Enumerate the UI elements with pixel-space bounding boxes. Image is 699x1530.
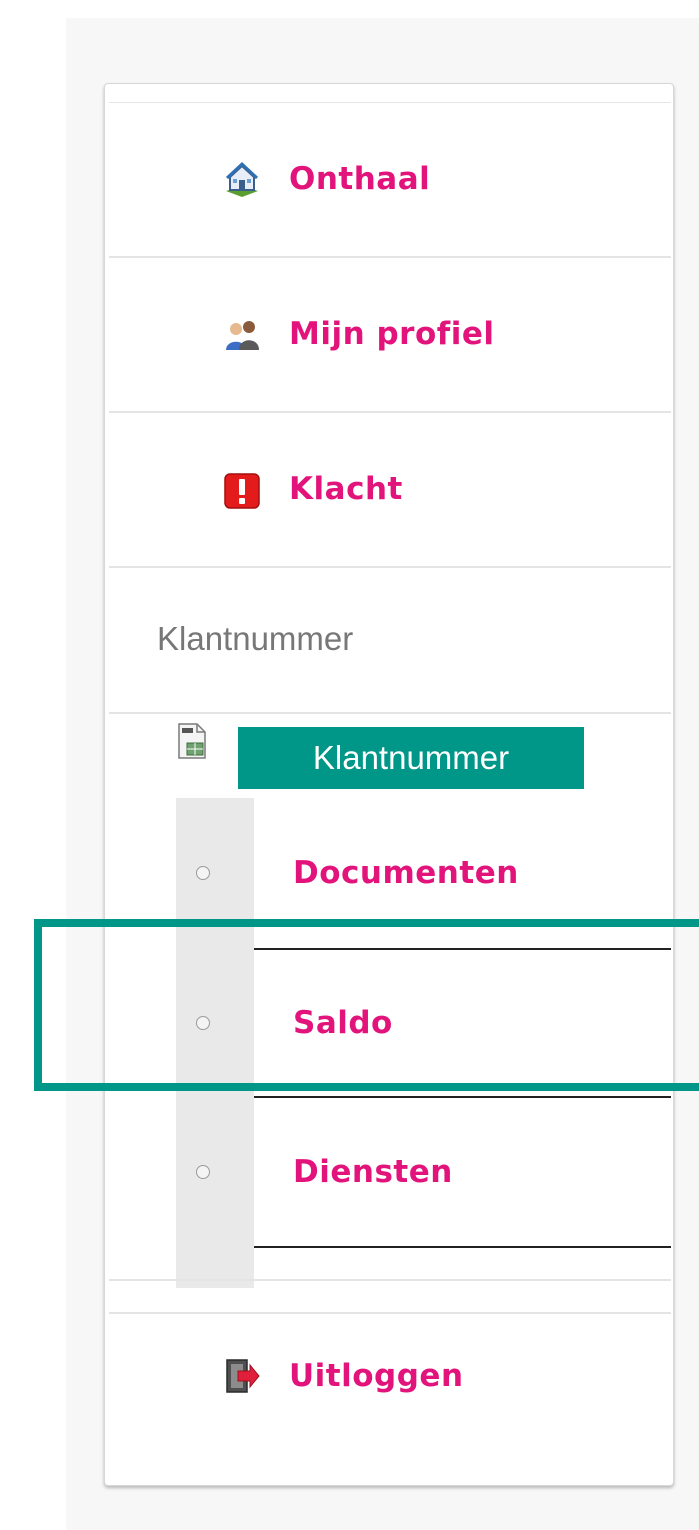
submenu-item-diensten[interactable]: Diensten xyxy=(176,1098,671,1246)
customer-number-badge[interactable]: Klantnummer xyxy=(238,727,584,789)
nav-item-mijn-profiel[interactable]: Mijn profiel xyxy=(109,258,671,413)
warning-icon xyxy=(224,473,260,509)
bullet-icon xyxy=(196,866,210,880)
section-title: Klantnummer xyxy=(157,620,354,657)
bullet-icon xyxy=(196,1016,210,1030)
submenu-item-documenten[interactable]: Documenten xyxy=(176,798,671,948)
submenu-item-label: Diensten xyxy=(293,1154,453,1190)
nav-item-label: Mijn profiel xyxy=(289,316,495,352)
submenu-item-saldo[interactable]: Saldo xyxy=(176,950,671,1096)
logout-door-icon xyxy=(226,1359,260,1393)
nav-item-label: Uitloggen xyxy=(289,1358,464,1394)
submenu-item-label: Saldo xyxy=(293,1005,393,1041)
invoice-document-icon xyxy=(178,723,206,759)
nav-item-label: Onthaal xyxy=(289,161,431,197)
home-icon xyxy=(225,161,259,197)
sidebar-menu: Onthaal Mijn profiel Klacht Klantnummer xyxy=(109,102,671,1439)
submenu-item-label: Documenten xyxy=(293,855,519,891)
nav-item-uitloggen[interactable]: Uitloggen xyxy=(109,1314,671,1440)
sidebar-panel: Onthaal Mijn profiel Klacht Klantnummer xyxy=(104,83,674,1486)
divider xyxy=(254,1246,671,1248)
nav-item-onthaal[interactable]: Onthaal xyxy=(109,103,671,258)
divider xyxy=(109,712,671,714)
users-icon xyxy=(226,321,259,350)
nav-item-label: Klacht xyxy=(289,471,403,507)
nav-item-klacht[interactable]: Klacht xyxy=(109,413,671,568)
divider xyxy=(109,1279,671,1281)
bullet-icon xyxy=(196,1165,210,1179)
